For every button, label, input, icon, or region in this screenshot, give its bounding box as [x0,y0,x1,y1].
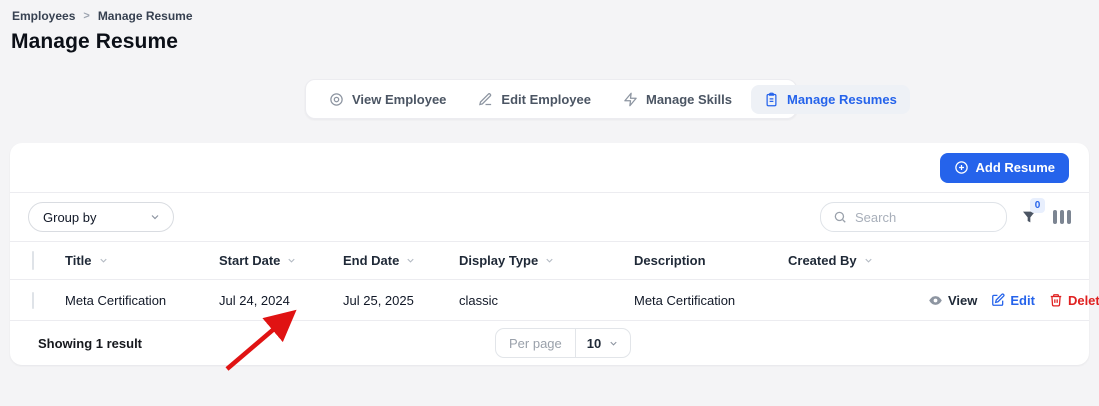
column-header-description: Description [634,253,788,268]
per-page-control: Per page 10 [495,328,631,358]
edit-action[interactable]: Edit [991,293,1035,308]
column-header-display-type[interactable]: Display Type [459,253,634,268]
table-toolbar: Group by 0 [10,193,1089,242]
sort-chevron-icon [286,255,297,266]
per-page-label: Per page [496,329,576,357]
row-actions: View Edit Delete [928,293,1099,308]
sort-chevron-icon [863,255,874,266]
page-title: Manage Resume [11,30,178,54]
search-icon [833,210,847,224]
tab-edit-employee[interactable]: Edit Employee [465,85,604,114]
tab-bar: View Employee Edit Employee Manage Skill… [305,79,797,119]
tab-label: Manage Resumes [787,92,897,107]
eye-icon [928,293,943,308]
add-resume-label: Add Resume [976,160,1055,175]
tab-label: Edit Employee [501,92,591,107]
tab-label: Manage Skills [646,92,732,107]
trash-icon [1049,293,1063,307]
group-by-label: Group by [43,210,96,225]
panel-header-row: Add Resume [10,143,1089,193]
breadcrumb-item-employees[interactable]: Employees [12,9,75,23]
toolbar-right-group: 0 [820,202,1071,232]
cell-title: Meta Certification [65,293,219,308]
breadcrumb-separator-icon: > [83,10,89,22]
select-all-checkbox[interactable] [32,251,34,270]
cell-description: Meta Certification [634,293,788,308]
tab-manage-skills[interactable]: Manage Skills [610,85,745,114]
column-header-created-by[interactable]: Created By [788,253,928,268]
breadcrumb: Employees > Manage Resume [12,9,193,23]
tab-label: View Employee [352,92,446,107]
filter-button[interactable]: 0 [1021,209,1037,225]
cell-end-date: Jul 25, 2025 [343,293,459,308]
edit-square-icon [991,293,1005,307]
row-checkbox[interactable] [32,292,34,309]
view-action[interactable]: View [928,293,977,308]
chevron-down-icon [608,338,619,349]
search-input[interactable] [855,210,994,225]
cell-start-date: Jul 24, 2024 [219,293,343,308]
resume-table-panel: Add Resume Group by 0 [10,143,1089,365]
chevron-down-icon [149,211,161,223]
table-row: Meta Certification Jul 24, 2024 Jul 25, … [10,280,1089,321]
columns-icon[interactable] [1053,210,1071,224]
column-header-end-date[interactable]: End Date [343,253,459,268]
search-box [820,202,1007,232]
breadcrumb-item-manage-resume[interactable]: Manage Resume [98,9,193,23]
clipboard-icon [764,92,779,107]
sort-chevron-icon [98,255,109,266]
delete-action[interactable]: Delete [1049,293,1099,308]
cell-display-type: classic [459,293,634,308]
table-header: Title Start Date End Date Display Type D… [10,242,1089,280]
tab-view-employee[interactable]: View Employee [316,85,459,114]
column-header-title[interactable]: Title [65,253,219,268]
add-resume-button[interactable]: Add Resume [940,153,1069,183]
column-header-start-date[interactable]: Start Date [219,253,343,268]
tab-manage-resumes[interactable]: Manage Resumes [751,85,910,114]
sort-chevron-icon [544,255,555,266]
eye-icon [329,92,344,107]
edit-icon [478,92,493,107]
group-by-select[interactable]: Group by [28,202,174,232]
filter-count-badge: 0 [1030,198,1045,213]
per-page-select[interactable]: 10 [576,336,630,351]
results-summary: Showing 1 result [38,336,142,351]
sort-chevron-icon [405,255,416,266]
zap-icon [623,92,638,107]
table-footer: Showing 1 result Per page 10 [10,321,1089,365]
plus-circle-icon [954,160,969,175]
